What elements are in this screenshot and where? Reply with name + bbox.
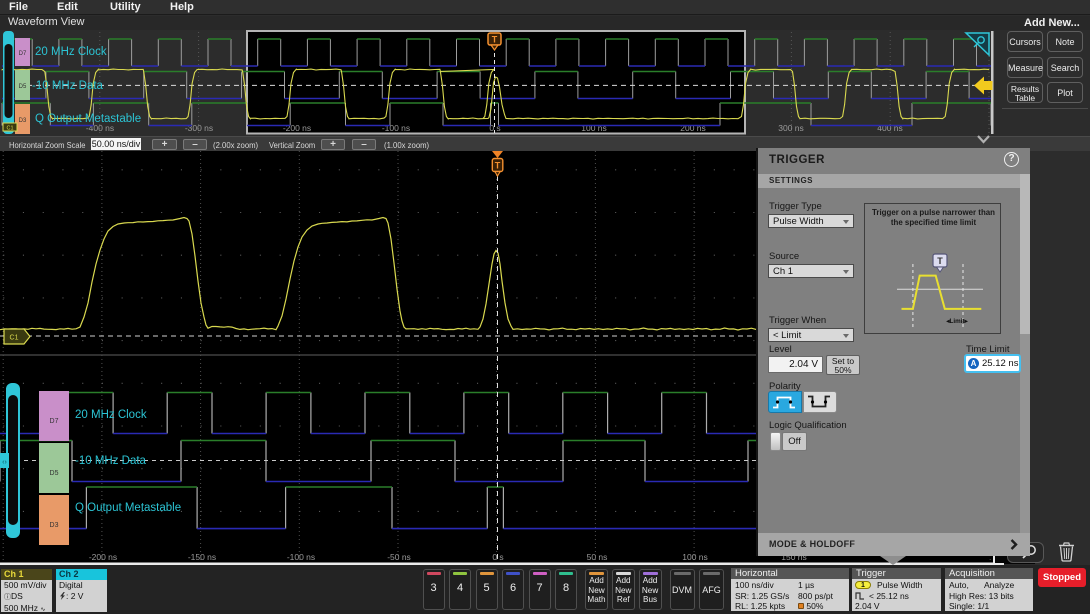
svg-text:T: T (937, 256, 943, 266)
svg-text:-150 ns: -150 ns (188, 552, 216, 562)
svg-text:T: T (492, 35, 498, 45)
svg-text:T: T (495, 161, 501, 171)
svg-text:C1: C1 (6, 126, 13, 132)
svg-text:D5: D5 (19, 84, 27, 90)
svg-text:◂Limit▸: ◂Limit▸ (945, 318, 968, 325)
svg-text:‹›: ‹› (2, 459, 7, 466)
svg-text:D5: D5 (50, 470, 59, 477)
svg-text:-10 MHz Data: -10 MHz Data (32, 80, 104, 92)
svg-text:D3: D3 (50, 522, 59, 529)
svg-text:200 ns: 200 ns (680, 123, 706, 133)
svg-text:50 ns: 50 ns (587, 552, 608, 562)
svg-text:C1: C1 (10, 335, 19, 342)
svg-text:-200 ns: -200 ns (89, 552, 117, 562)
svg-text:D3: D3 (19, 118, 27, 124)
svg-text:D7: D7 (50, 418, 59, 425)
svg-text:100 ns: 100 ns (682, 552, 708, 562)
svg-text:20 MHz Clock: 20 MHz Clock (75, 409, 147, 421)
svg-text:20 MHz Clock: 20 MHz Clock (35, 46, 107, 58)
svg-text:100 ns: 100 ns (581, 123, 607, 133)
svg-text:-50 ns: -50 ns (387, 552, 411, 562)
svg-text:-10 MHz Data: -10 MHz Data (75, 455, 147, 467)
svg-text:Q Output Metastable: Q Output Metastable (75, 502, 181, 514)
svg-text:-100 ns: -100 ns (287, 552, 315, 562)
svg-text:Q Output Metastable: Q Output Metastable (35, 113, 141, 125)
svg-text:-100 ns: -100 ns (382, 123, 410, 133)
svg-text:-300 ns: -300 ns (185, 123, 213, 133)
svg-text:400 ns: 400 ns (877, 123, 903, 133)
svg-text:300 ns: 300 ns (778, 123, 804, 133)
svg-text:D7: D7 (19, 51, 27, 57)
svg-text:-200 ns: -200 ns (283, 123, 311, 133)
